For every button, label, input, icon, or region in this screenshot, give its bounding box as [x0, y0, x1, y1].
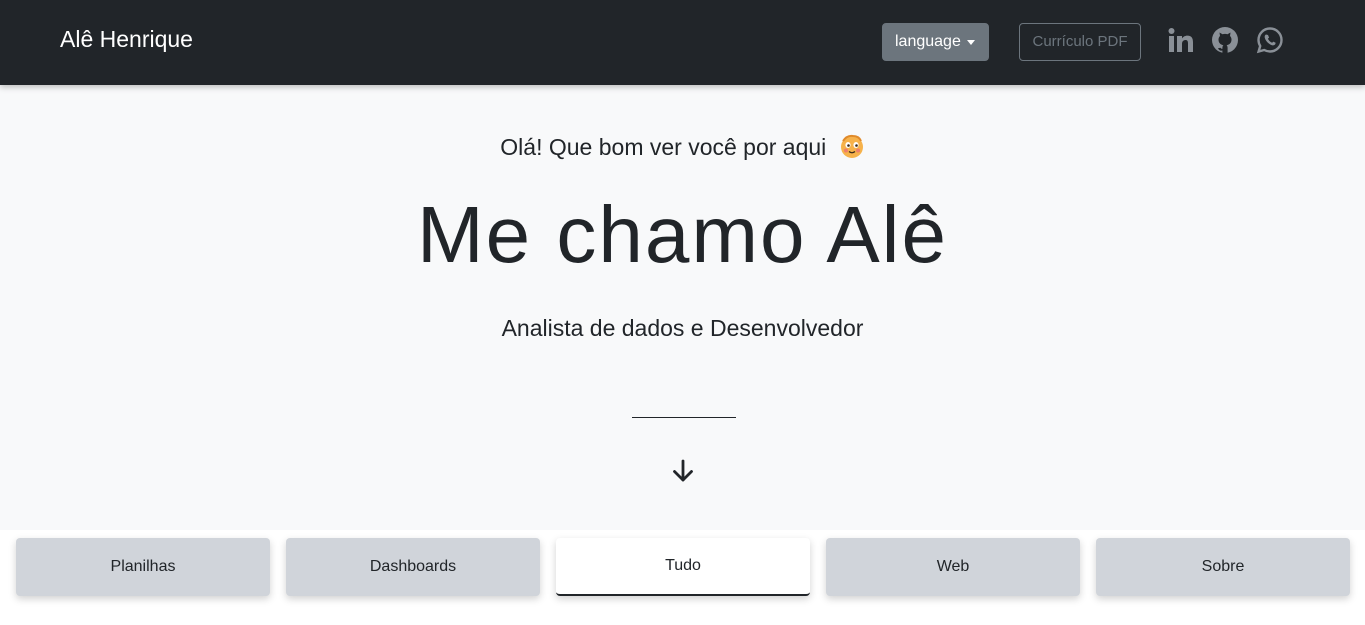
top-navbar: Alê Henrique language Currículo PDF — [0, 0, 1365, 85]
linkedin-icon[interactable] — [1167, 26, 1195, 54]
tab-web[interactable]: Web — [826, 538, 1080, 596]
language-dropdown-button[interactable]: language — [882, 23, 989, 61]
hero-divider — [632, 417, 736, 418]
tab-planilhas[interactable]: Planilhas — [16, 538, 270, 596]
category-tabs: Planilhas Dashboards Tudo Web Sobre — [0, 530, 1365, 625]
language-label: language — [895, 33, 961, 50]
arrow-down-icon[interactable] — [670, 458, 696, 484]
tab-sobre[interactable]: Sobre — [1096, 538, 1350, 596]
cv-pdf-button[interactable]: Currículo PDF — [1019, 23, 1141, 61]
whatsapp-icon[interactable] — [1256, 26, 1284, 54]
greeting-line: Olá! Que bom ver você por aqui — [0, 132, 1365, 162]
tab-dashboards[interactable]: Dashboards — [286, 538, 540, 596]
brand-link[interactable]: Alê Henrique — [60, 24, 193, 54]
hero-title: Me chamo Alê — [417, 190, 948, 279]
github-icon[interactable] — [1211, 26, 1239, 54]
smiling-face-emoji-icon — [839, 133, 865, 159]
hero-section: Olá! Que bom ver você por aqui Me chamo … — [0, 85, 1365, 530]
caret-down-icon — [967, 40, 975, 45]
greeting-text: Olá! Que bom ver você por aqui — [500, 134, 827, 160]
hero-subtitle: Analista de dados e Desenvolvedor — [501, 315, 864, 341]
tab-tudo[interactable]: Tudo — [556, 538, 810, 596]
